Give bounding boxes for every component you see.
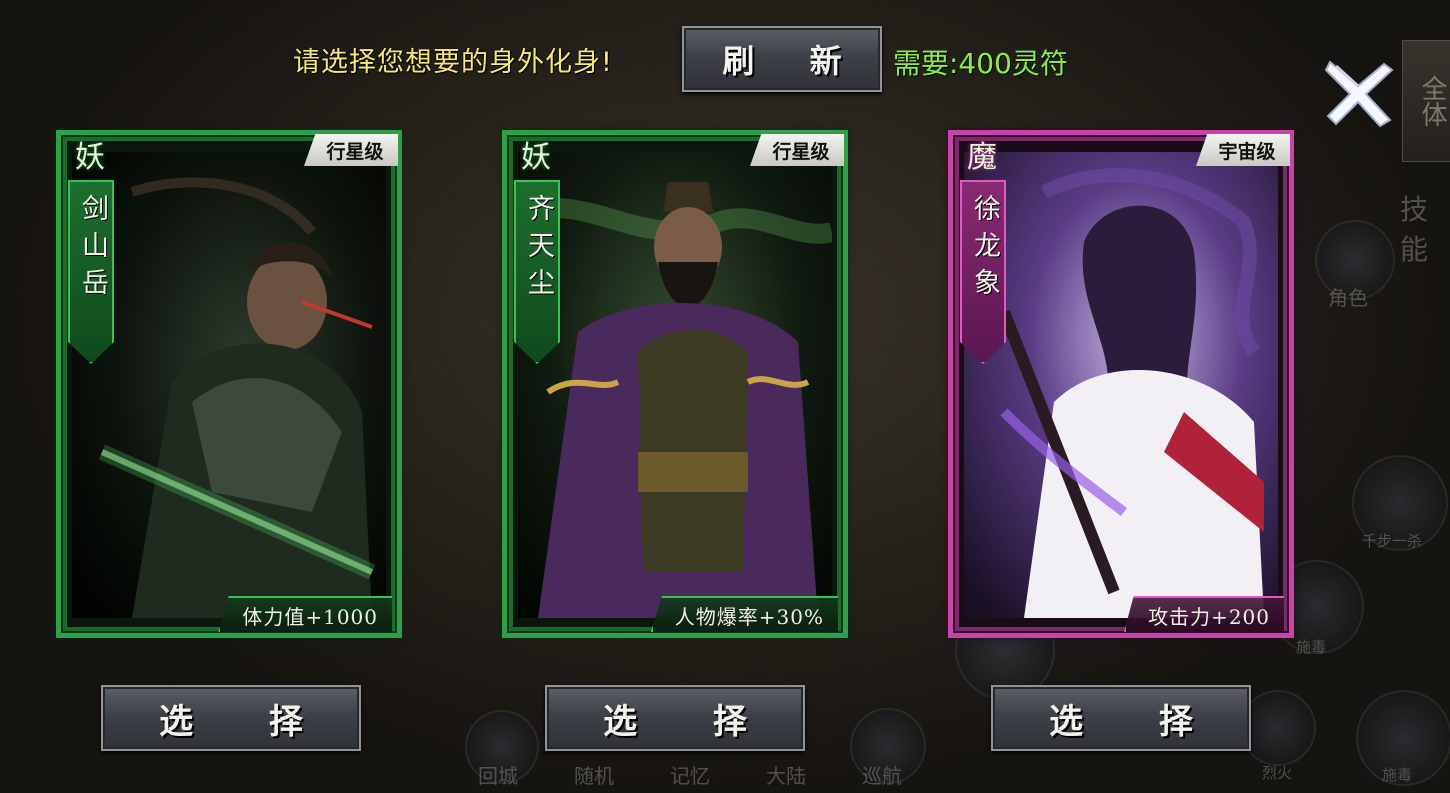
refresh-button[interactable]: 刷 新 — [682, 26, 882, 92]
background-nav-label: 记忆 — [670, 764, 710, 788]
card-grade-badge: 行星级 — [750, 134, 844, 166]
card-name-banner: 剑山岳 — [68, 180, 114, 364]
background-right-panel: 全体 — [1402, 40, 1450, 162]
card-stat: 攻击力+200 — [1124, 596, 1284, 632]
card-stat: 体力值+1000 — [218, 596, 392, 632]
background-role-label: 角色 — [1328, 286, 1368, 310]
card-type-mark: 妖 — [75, 140, 105, 175]
background-nav-label: 巡航 — [862, 764, 902, 788]
background-nav-label: 随机 — [574, 764, 614, 788]
background-skill-icon — [1240, 690, 1316, 766]
card-name-banner: 齐天尘 — [514, 180, 560, 364]
card-stat: 人物爆率+30% — [650, 596, 838, 632]
avatar-card[interactable]: 魔 宇宙级 徐龙象 攻击力+200 — [948, 130, 1294, 638]
card-name: 齐天尘 — [523, 194, 554, 305]
card-name: 徐龙象 — [969, 194, 1000, 305]
card-type-mark: 妖 — [521, 140, 551, 175]
refresh-cost-label: 需要:400灵符 — [893, 47, 1068, 80]
select-button[interactable]: 选 择 — [545, 685, 805, 751]
card-grade-badge: 行星级 — [304, 134, 398, 166]
close-x-icon — [1324, 60, 1394, 128]
avatar-card[interactable]: 妖 行星级 齐天尘 人物爆率+30% — [502, 130, 848, 638]
avatar-card[interactable]: 妖 行星级 剑山岳 体力值+1000 — [56, 130, 402, 638]
card-grade-badge: 宇宙级 — [1196, 134, 1290, 166]
select-button[interactable]: 选 择 — [101, 685, 361, 751]
background-skill-label: 千步一杀 — [1362, 532, 1423, 550]
card-type-mark: 魔 — [967, 140, 997, 175]
background-nav-label: 回城 — [478, 764, 518, 788]
background-skill-label: 烈火 — [1262, 764, 1293, 782]
select-button[interactable]: 选 择 — [991, 685, 1251, 751]
close-button[interactable] — [1322, 56, 1396, 130]
background-skill-label: 施毒 — [1296, 638, 1327, 656]
background-skill-label: 施毒 — [1382, 766, 1413, 784]
background-skill-label: 技能 — [1400, 193, 1429, 266]
card-name-banner: 徐龙象 — [960, 180, 1006, 364]
card-portrait — [964, 152, 1278, 618]
card-name: 剑山岳 — [77, 194, 108, 305]
card-portrait — [518, 152, 832, 618]
card-portrait — [72, 152, 386, 618]
background-nav-label: 大陆 — [766, 764, 806, 788]
selection-prompt: 请选择您想要的身外化身! — [293, 47, 613, 78]
